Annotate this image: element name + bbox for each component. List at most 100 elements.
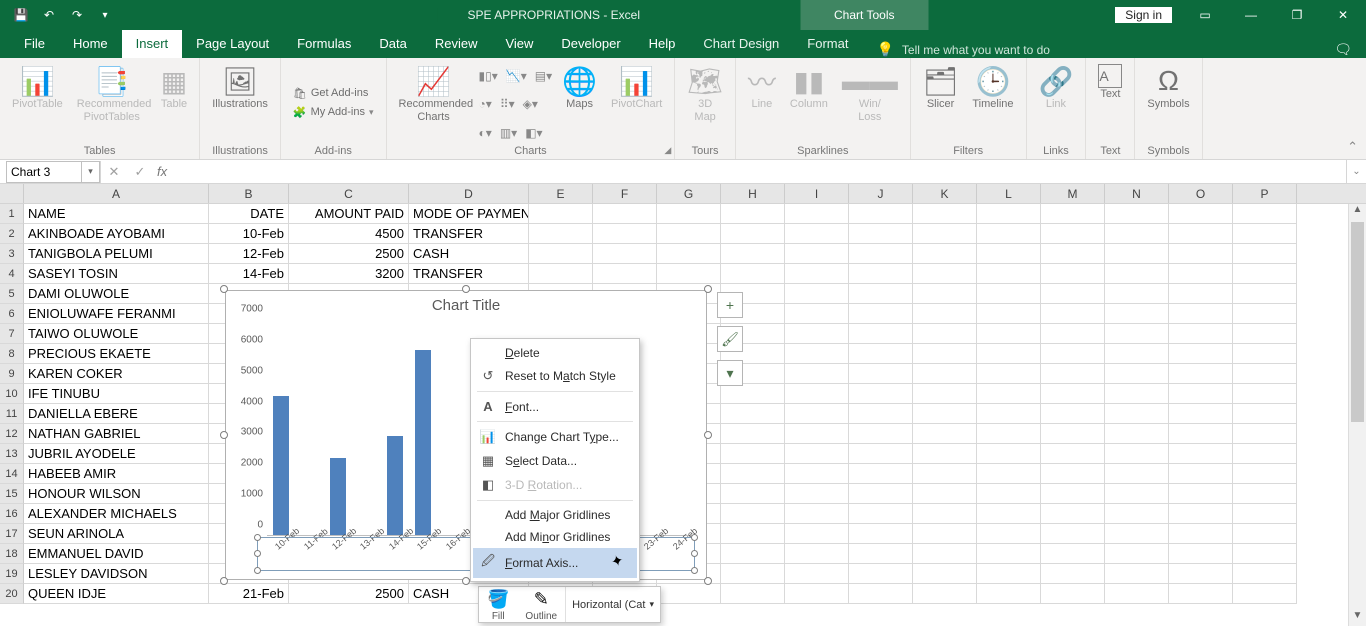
cell[interactable] xyxy=(1041,344,1105,364)
cell[interactable] xyxy=(849,384,913,404)
formula-input[interactable] xyxy=(171,161,1346,183)
cell[interactable] xyxy=(913,344,977,364)
cell[interactable] xyxy=(1041,224,1105,244)
cm-select-data[interactable]: ▦Select Data... xyxy=(473,449,637,473)
cell[interactable] xyxy=(593,244,657,264)
cell[interactable] xyxy=(721,264,785,284)
cell[interactable] xyxy=(1041,244,1105,264)
row-header[interactable]: 15 xyxy=(0,484,24,504)
cell[interactable] xyxy=(849,324,913,344)
column-header[interactable]: P xyxy=(1233,184,1297,203)
cell[interactable] xyxy=(849,404,913,424)
select-all-corner[interactable] xyxy=(0,184,24,203)
charts-dialog-launcher[interactable]: ◢ xyxy=(664,145,671,156)
cell[interactable]: 2500 xyxy=(289,584,409,604)
cell[interactable] xyxy=(721,484,785,504)
cell[interactable] xyxy=(1169,284,1233,304)
cell[interactable] xyxy=(593,224,657,244)
tab-file[interactable]: File xyxy=(10,30,59,58)
cell[interactable]: 21-Feb xyxy=(209,584,289,604)
name-box-dropdown[interactable]: ▾ xyxy=(82,161,100,183)
cell[interactable] xyxy=(1169,324,1233,344)
cell[interactable] xyxy=(1105,464,1169,484)
cell[interactable] xyxy=(913,424,977,444)
cell[interactable] xyxy=(1105,584,1169,604)
cell[interactable] xyxy=(1169,464,1233,484)
scatter-chart-icon[interactable]: ⠿▾ xyxy=(500,97,515,111)
cell[interactable] xyxy=(593,264,657,284)
cell[interactable] xyxy=(1105,384,1169,404)
cell[interactable] xyxy=(913,204,977,224)
tab-formulas[interactable]: Formulas xyxy=(283,30,365,58)
tab-developer[interactable]: Developer xyxy=(547,30,634,58)
cell[interactable] xyxy=(1233,424,1297,444)
chart-title[interactable]: Chart Title xyxy=(226,291,706,314)
cell[interactable] xyxy=(1233,344,1297,364)
cell[interactable] xyxy=(1233,484,1297,504)
symbols-button[interactable]: ΩSymbols xyxy=(1143,60,1193,145)
cell[interactable] xyxy=(1233,244,1297,264)
tab-data[interactable]: Data xyxy=(365,30,420,58)
cell[interactable] xyxy=(913,384,977,404)
cell[interactable] xyxy=(849,504,913,524)
formula-enter-button[interactable]: ✓ xyxy=(127,164,153,180)
cell[interactable] xyxy=(977,504,1041,524)
cell[interactable]: LESLEY DAVIDSON xyxy=(24,564,209,584)
row-header[interactable]: 1 xyxy=(0,204,24,224)
cell[interactable] xyxy=(785,444,849,464)
chart-styles-button[interactable]: 🖌 xyxy=(717,326,743,352)
cm-reset-match-style[interactable]: ↺Reset to Match Style xyxy=(473,364,637,388)
cell[interactable] xyxy=(721,224,785,244)
row-header[interactable]: 14 xyxy=(0,464,24,484)
cell[interactable] xyxy=(1041,464,1105,484)
cell[interactable] xyxy=(1233,564,1297,584)
cell[interactable] xyxy=(849,224,913,244)
cm-delete[interactable]: Delete xyxy=(473,342,637,364)
tab-review[interactable]: Review xyxy=(421,30,492,58)
column-header[interactable]: D xyxy=(409,184,529,203)
cell[interactable] xyxy=(1041,264,1105,284)
cell[interactable] xyxy=(785,564,849,584)
save-button[interactable]: 💾 xyxy=(8,3,34,27)
cell[interactable] xyxy=(1105,544,1169,564)
cell[interactable] xyxy=(1169,204,1233,224)
tree-chart-icon[interactable]: ▤▾ xyxy=(535,69,552,83)
cell[interactable]: HABEEB AMIR xyxy=(24,464,209,484)
cell[interactable] xyxy=(1233,504,1297,524)
cell[interactable] xyxy=(529,264,593,284)
cell[interactable]: HONOUR WILSON xyxy=(24,484,209,504)
cell[interactable] xyxy=(913,444,977,464)
cell[interactable] xyxy=(721,464,785,484)
cell[interactable] xyxy=(1041,504,1105,524)
row-header[interactable]: 10 xyxy=(0,384,24,404)
cell[interactable] xyxy=(1105,344,1169,364)
my-addins-button[interactable]: 🧩My Add-ins ▾ xyxy=(289,105,378,120)
cell[interactable] xyxy=(721,504,785,524)
comments-button[interactable]: 🗨 xyxy=(1334,41,1352,58)
cell[interactable] xyxy=(913,244,977,264)
cm-change-chart-type[interactable]: 📊Change Chart Type... xyxy=(473,425,637,449)
tell-me-search[interactable]: 💡 Tell me what you want to do xyxy=(862,41,1050,58)
mini-fill-button[interactable]: 🪣Fill xyxy=(479,587,517,622)
cell[interactable] xyxy=(1233,464,1297,484)
cell[interactable] xyxy=(977,324,1041,344)
column-header[interactable]: O xyxy=(1169,184,1233,203)
cell[interactable]: JUBRIL AYODELE xyxy=(24,444,209,464)
cell[interactable]: 2500 xyxy=(289,244,409,264)
column-header[interactable]: I xyxy=(785,184,849,203)
column-header[interactable]: G xyxy=(657,184,721,203)
row-header[interactable]: 2 xyxy=(0,224,24,244)
cell[interactable] xyxy=(977,264,1041,284)
cell[interactable] xyxy=(721,384,785,404)
cell[interactable]: 10-Feb xyxy=(209,224,289,244)
cell[interactable]: AMOUNT PAID xyxy=(289,204,409,224)
collapse-ribbon-button[interactable]: ⌃ xyxy=(1347,139,1358,155)
cell[interactable] xyxy=(977,244,1041,264)
timeline-button[interactable]: 🕒Timeline xyxy=(968,60,1017,145)
cell[interactable] xyxy=(1233,364,1297,384)
formula-cancel-button[interactable]: ✕ xyxy=(101,164,127,180)
cell[interactable] xyxy=(1169,584,1233,604)
recommended-charts-button[interactable]: 📈Recommended Charts xyxy=(395,60,473,145)
cell[interactable] xyxy=(657,264,721,284)
cell[interactable] xyxy=(849,344,913,364)
